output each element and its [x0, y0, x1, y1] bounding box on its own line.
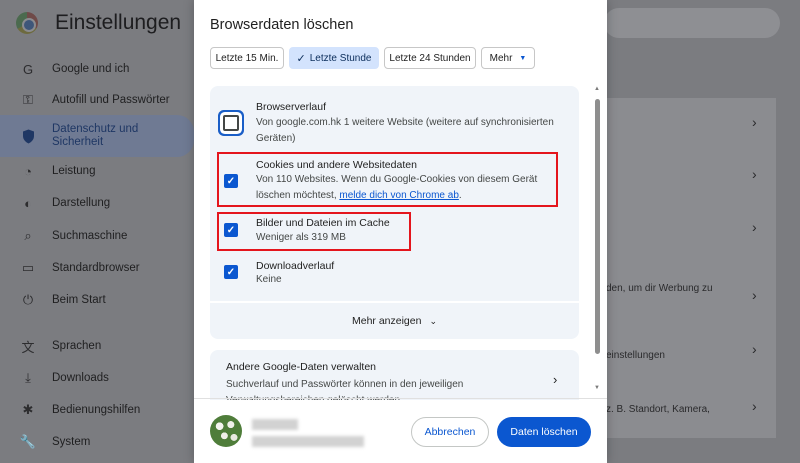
show-more-label: Mehr anzeigen [351, 315, 422, 327]
palette-icon: ◐ [24, 195, 32, 211]
sidebar-item-downloads[interactable]: ⤓ Downloads [0, 361, 196, 395]
shield-icon [20, 128, 36, 144]
chevron-down-icon: ⌄ [429, 315, 437, 326]
chip-label: Letzte Stunde [309, 52, 372, 64]
chip-label: Letzte 15 Min. [215, 52, 279, 64]
google-data-title: Andere Google-Daten verwalten [226, 361, 377, 373]
sidebar-item-search-engine[interactable]: ⌕ Suchmaschine [0, 219, 196, 253]
google-data-description: Suchverlauf und Passwörter können in den… [226, 379, 464, 400]
sidebar-item-label: Bedienungshilfen [52, 403, 141, 416]
sidebar-item-google[interactable]: G Google und ich [0, 52, 196, 86]
speedometer-icon: ◔ [24, 163, 32, 179]
option-description: Von google.com.hk 1 weitere Website (wei… [256, 117, 554, 144]
option-description: Keine [256, 274, 282, 285]
redacted-account-email [252, 436, 364, 447]
download-history-checkbox[interactable]: ✓ [224, 265, 238, 279]
sidebar-item-accessibility[interactable]: ✱ Bedienungshilfen [0, 393, 196, 427]
accessibility-icon: ✱ [22, 402, 34, 417]
chip-label: Mehr [489, 52, 513, 64]
caret-down-icon: ▼ [519, 54, 527, 62]
time-range-more-dropdown[interactable]: Mehr ▼ [481, 47, 535, 69]
settings-row-snippet: einstellungen [606, 350, 665, 361]
settings-row-snippet: den, um dir Werbung zu [606, 283, 713, 294]
scroll-up-arrow-icon[interactable]: ▲ [594, 86, 600, 92]
sidebar-item-label: System [52, 435, 91, 448]
cancel-button[interactable]: Abbrechen [411, 417, 489, 447]
time-range-last-hour-chip[interactable]: ✓ Letzte Stunde [289, 47, 379, 69]
dialog-title: Browserdaten löschen [210, 17, 354, 33]
sidebar-item-label: Autofill und Passwörter [52, 93, 170, 106]
sidebar-item-label: Suchmaschine [52, 229, 128, 242]
option-title: Downloadverlauf [256, 260, 335, 272]
settings-row-snippet: z. B. Standort, Kamera, [606, 404, 710, 415]
chevron-right-icon: › [752, 114, 757, 130]
sidebar-item-default-browser[interactable]: ▭ Standardbrowser [0, 251, 196, 285]
redacted-account-name [252, 419, 298, 430]
download-icon: ⤓ [25, 370, 31, 385]
avatar [210, 415, 242, 447]
sidebar-item-privacy[interactable]: Datenschutz und Sicherheit [0, 115, 194, 157]
chevron-right-icon: › [752, 287, 757, 303]
sidebar-item-performance[interactable]: ◔ Leistung [0, 154, 196, 188]
sidebar-item-label: Darstellung [52, 196, 111, 209]
show-more-button[interactable]: Mehr anzeigen ⌄ [210, 303, 579, 339]
highlight-cookies-box [217, 152, 558, 207]
dialog-scrollbar[interactable]: ▲ ▼ [592, 86, 602, 396]
option-title: Browserverlauf [256, 101, 327, 113]
sidebar-item-appearance[interactable]: ◐ Darstellung [0, 186, 196, 220]
sidebar-item-label: Datenschutz und Sicherheit [52, 123, 139, 148]
chevron-right-icon: › [752, 398, 757, 414]
chip-label: Letzte 24 Stunden [389, 52, 471, 64]
scroll-down-arrow-icon[interactable]: ▼ [594, 385, 600, 391]
translate-icon: 文 [21, 339, 35, 355]
sidebar-item-label: Sprachen [52, 339, 102, 352]
sidebar-item-label: Standardbrowser [52, 261, 140, 274]
wrench-icon: 🔧 [19, 434, 37, 449]
chevron-right-icon: › [752, 166, 757, 182]
settings-search-input[interactable] [604, 8, 780, 38]
chevron-right-icon: › [553, 372, 558, 387]
sidebar-item-label: Beim Start [52, 293, 106, 306]
sidebar-item-autofill[interactable]: ⚿ Autofill und Passwörter [0, 83, 196, 117]
sidebar-item-label: Google und ich [52, 62, 130, 75]
chevron-right-icon: › [752, 219, 757, 235]
sidebar-item-languages[interactable]: 文 Sprachen [0, 329, 196, 363]
time-range-15min-chip[interactable]: Letzte 15 Min. [210, 47, 284, 69]
settings-content-card [580, 98, 776, 438]
sidebar-item-system[interactable]: 🔧 System [0, 425, 196, 459]
google-icon: G [22, 61, 34, 77]
sidebar-item-label: Leistung [52, 164, 96, 177]
delete-data-button[interactable]: Daten löschen [497, 417, 591, 447]
browser-icon: ▭ [21, 260, 35, 275]
settings-title: Einstellungen [55, 11, 182, 34]
browsing-history-checkbox[interactable] [223, 115, 239, 131]
highlight-cache-box [217, 212, 411, 251]
search-icon: ⌕ [24, 228, 32, 243]
footer-divider [194, 398, 607, 399]
manage-google-data-row[interactable]: Andere Google-Daten verwalten Suchverlau… [210, 350, 579, 400]
scroll-thumb[interactable] [595, 99, 600, 354]
sidebar-item-label: Downloads [52, 371, 109, 384]
chrome-logo-icon [16, 12, 38, 34]
sidebar-item-on-startup[interactable]: ⏻ Beim Start [0, 283, 196, 317]
key-icon: ⚿ [23, 92, 33, 107]
chevron-right-icon: › [752, 341, 757, 357]
check-icon: ✓ [296, 52, 306, 65]
time-range-24h-chip[interactable]: Letzte 24 Stunden [384, 47, 476, 69]
power-icon: ⏻ [22, 292, 34, 307]
